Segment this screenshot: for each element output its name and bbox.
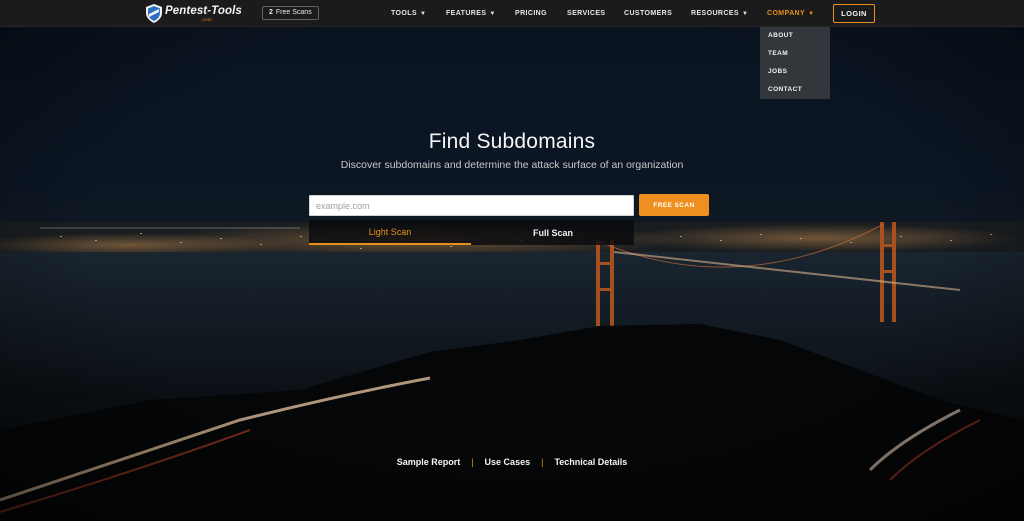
caret-down-icon: ▼ [808, 11, 815, 17]
free-scans-badge[interactable]: 2 Free Scans [262, 6, 319, 20]
dropdown-item-contact[interactable]: CONTACT [768, 86, 802, 94]
caret-down-icon: ▼ [741, 11, 749, 17]
sample-report-link[interactable]: Sample Report [397, 457, 461, 467]
nav-item-services[interactable]: SERVICES [567, 9, 605, 18]
dropdown-item-jobs[interactable]: JOBS [768, 68, 787, 76]
free-scans-label: Free Scans [275, 9, 312, 16]
nav-item-label: PRICING [515, 10, 547, 17]
nav-item-resources[interactable]: RESOURCES ▼ [691, 9, 748, 19]
nav-item-label: TOOLS [391, 10, 417, 17]
logo-text: Pentest-Tools [165, 4, 242, 17]
dropdown-item-team[interactable]: TEAM [768, 50, 788, 58]
nav-item-pricing[interactable]: PRICING [515, 9, 547, 18]
dropdown-item-about[interactable]: ABOUT [768, 32, 793, 40]
tab-full-scan[interactable]: Full Scan [472, 220, 634, 245]
technical-details-link[interactable]: Technical Details [554, 457, 627, 467]
shield-logo-icon [146, 4, 162, 23]
nav-item-label: SERVICES [567, 10, 606, 17]
site-logo[interactable]: Pentest-Tools .com [146, 4, 242, 23]
scan-type-tabs: Light Scan Full Scan [309, 220, 634, 245]
nav-item-company[interactable]: COMPANY ▼ [767, 9, 814, 19]
nav-item-customers[interactable]: CUSTOMERS [624, 9, 672, 18]
link-separator: | [541, 457, 544, 467]
caret-down-icon: ▼ [419, 11, 427, 17]
nav-item-label: FEATURES [446, 10, 487, 17]
tab-light-scan[interactable]: Light Scan [309, 220, 471, 245]
link-separator: | [471, 457, 474, 467]
hero-background-image [0, 0, 1024, 521]
logo-domain: .com [201, 17, 212, 22]
caret-down-icon: ▼ [489, 11, 496, 17]
nav-item-tools[interactable]: TOOLS ▼ [391, 9, 426, 19]
use-cases-link[interactable]: Use Cases [485, 457, 531, 467]
nav-item-label: RESOURCES [691, 10, 739, 17]
page-title: Find Subdomains [428, 130, 596, 153]
top-navbar: Pentest-Tools .com 2 Free Scans TOOLS ▼ F… [0, 0, 1024, 27]
free-scan-button[interactable]: FREE SCAN [639, 194, 709, 216]
bottom-links: Sample Report | Use Cases | Technical De… [0, 456, 1024, 468]
nav-item-features[interactable]: FEATURES ▼ [446, 9, 496, 19]
target-url-input[interactable] [309, 195, 634, 216]
nav-item-label: COMPANY [767, 10, 806, 17]
nav-item-label: CUSTOMERS [624, 10, 673, 17]
company-dropdown-menu: ABOUT TEAM JOBS CONTACT [760, 27, 830, 99]
login-button[interactable]: LOGIN [833, 4, 875, 23]
page-subtitle: Discover subdomains and determine the at… [340, 159, 684, 171]
free-scans-count: 2 [269, 9, 273, 16]
